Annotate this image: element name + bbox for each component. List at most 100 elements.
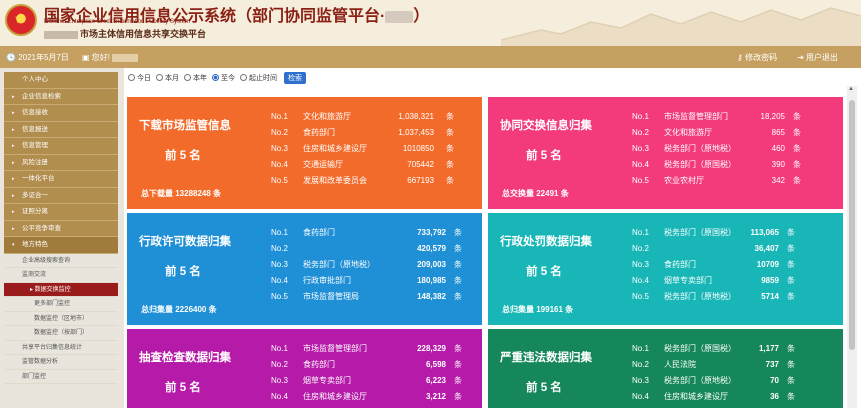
sidebar-item[interactable]: ▸ 一体化平台: [4, 171, 118, 188]
ranking-row[interactable]: No.4 烟草专卖部门 9859 条: [632, 273, 837, 289]
record-unit: 条: [787, 360, 795, 369]
record-count: 420,579: [417, 244, 446, 253]
sidebar-subitem[interactable]: 数据监控（区地市）: [4, 312, 118, 326]
department-name: 人民法院: [664, 360, 696, 369]
panel-top5-label: 前 5 名: [526, 382, 562, 394]
sidebar-subitem[interactable]: 部门监控: [4, 370, 118, 384]
ranking-row[interactable]: No.4 税务部门（原国税） 390 条: [632, 157, 837, 173]
ranking-row[interactable]: No.1 文化和旅游厅 1,038,321 条: [271, 109, 476, 125]
ranking-row[interactable]: No.2 420,579 条: [271, 241, 476, 257]
sidebar-item[interactable]: ▸ 信息接收: [4, 105, 118, 122]
ranking-row[interactable]: No.3 食药部门 10709 条: [632, 257, 837, 273]
ranking-row[interactable]: No.2 人民法院 737 条: [632, 357, 837, 373]
sidebar-item[interactable]: ▸ 企业信息检索: [4, 88, 118, 105]
ranking-row[interactable]: No.2 食药部门 6,598 条: [271, 357, 476, 373]
sidebar-subitem[interactable]: 监测交流: [4, 268, 118, 283]
caret-right-icon: ▸: [12, 126, 15, 133]
department-name: 文化和旅游厅: [664, 128, 712, 137]
sidebar-item[interactable]: 个人中心: [4, 72, 118, 89]
ranking-row[interactable]: No.4 交通运输厅 705442 条: [271, 157, 476, 173]
user-greeting: ▣ 您好!: [82, 52, 139, 63]
stat-panel: 下载市场监管信息前 5 名总下载量 13288248 条 No.1 文化和旅游厅 1,…: [127, 97, 482, 209]
sidebar-subitem[interactable]: 共享平台归集信息统计: [4, 341, 118, 355]
sidebar-item-label: 风险注册: [22, 158, 48, 166]
rank-number: No.1: [632, 228, 649, 237]
ranking-row[interactable]: No.2 食药部门 1,037,453 条: [271, 125, 476, 141]
department-name: 税务部门（原地税）: [664, 144, 736, 153]
app-subtitle: 市场主体信用信息共享交换平台: [44, 27, 206, 40]
time-filter-option[interactable]: 本年: [184, 74, 207, 82]
radio-button[interactable]: [156, 74, 163, 81]
scroll-up-icon[interactable]: ▲: [848, 86, 854, 92]
scrollbar-thumb[interactable]: [849, 100, 855, 350]
logout-button[interactable]: ⇥ 用户退出: [797, 52, 838, 63]
sidebar-item[interactable]: ▸ 风险注册: [4, 154, 118, 171]
department-name: 行政审批部门: [303, 276, 351, 285]
panel-total: 总交换量 22491 条: [502, 189, 569, 198]
radio-button[interactable]: [240, 74, 247, 81]
record-unit: 条: [454, 292, 462, 301]
ranking-row[interactable]: No.3 税务部门（原地税） 70 条: [632, 373, 837, 389]
time-filter-option[interactable]: 起止时间: [240, 74, 277, 82]
ranking-row[interactable]: No.1 市场监督管理部门 228,329 条: [271, 341, 476, 357]
rank-number: No.2: [271, 244, 288, 253]
department-name: 市场监督管理部门: [303, 344, 367, 353]
ranking-row[interactable]: No.2 36,407 条: [632, 241, 837, 257]
ranking-row[interactable]: No.5 税务部门（原地税） 5714 条: [632, 289, 837, 305]
ranking-row[interactable]: No.5 农业农村厅 342 条: [632, 173, 837, 189]
department-name: 食药部门: [303, 228, 335, 237]
record-unit: 条: [454, 376, 462, 385]
rank-number: No.1: [271, 228, 288, 237]
vertical-scrollbar[interactable]: ▲: [847, 86, 857, 408]
sidebar-item[interactable]: ▸ 证照分离: [4, 204, 118, 221]
time-filter-option[interactable]: 至今: [212, 74, 235, 82]
sidebar-subitem[interactable]: 更多部门监控: [4, 297, 118, 312]
ranking-row[interactable]: No.3 税务部门（原地税） 209,003 条: [271, 257, 476, 273]
ranking-list: No.1 税务部门（原国税） 113,065 条 No.2 36,407 条 No.3 食药部门…: [632, 225, 837, 305]
caret-right-icon: ▸: [12, 192, 15, 199]
department-name: 税务部门（原地税）: [664, 292, 736, 301]
record-count: 737: [765, 360, 779, 369]
change-password-button[interactable]: ⚷ 修改密码: [737, 52, 777, 63]
ranking-row[interactable]: No.4 住房和城乡建设厅 36 条: [632, 389, 837, 405]
department-name: 烟草专卖部门: [664, 276, 712, 285]
sidebar-subitem[interactable]: 企业高级搜索查询: [4, 254, 118, 268]
ranking-row[interactable]: No.5 发展和改革委员会 667193 条: [271, 173, 476, 189]
sidebar-subitem[interactable]: 数据监控（按部门）: [4, 326, 118, 341]
ranking-row[interactable]: No.1 市场监督管理部门 18,205 条: [632, 109, 837, 125]
sidebar-item[interactable]: ▸ 信息管理: [4, 138, 118, 155]
ranking-row[interactable]: No.4 行政审批部门 180,985 条: [271, 273, 476, 289]
radio-button[interactable]: [128, 74, 135, 81]
ranking-row[interactable]: No.1 食药部门 733,792 条: [271, 225, 476, 241]
ranking-row[interactable]: No.1 税务部门（原国税） 1,177 条: [632, 341, 837, 357]
sidebar-item[interactable]: ▸ 公平竞争审查: [4, 220, 118, 237]
ranking-row[interactable]: No.5 市场监督管理局 148,382 条: [271, 289, 476, 305]
panel-top5-label: 前 5 名: [165, 266, 201, 278]
record-unit: 条: [793, 176, 801, 185]
sidebar-item[interactable]: ▸ 多证合一: [4, 187, 118, 204]
department-name: 住房和城乡建设厅: [303, 144, 367, 153]
record-unit: 条: [454, 260, 462, 269]
ranking-row[interactable]: No.3 税务部门（原地税） 460 条: [632, 141, 837, 157]
record-unit: 条: [454, 244, 462, 253]
department-name: 交通运输厅: [303, 160, 343, 169]
key-icon: ⚷: [737, 53, 743, 62]
time-filter-option[interactable]: 本月: [156, 74, 179, 82]
sidebar-subitem[interactable]: 监管数据分析: [4, 355, 118, 370]
ranking-list: No.1 市场监督管理部门 228,329 条 No.2 食药部门 6,598 条 No.3 烟草…: [271, 341, 476, 408]
ranking-row[interactable]: No.3 住房和城乡建设厅 1010850 条: [271, 141, 476, 157]
ranking-row[interactable]: No.4 住房和城乡建设厅 3,212 条: [271, 389, 476, 405]
ranking-row[interactable]: No.2 文化和旅游厅 865 条: [632, 125, 837, 141]
sidebar-subitem-active[interactable]: ▸ 数据交换监控: [4, 282, 118, 297]
record-count: 18,205: [760, 112, 785, 121]
clock-icon: 🕓: [6, 53, 16, 62]
sidebar-item[interactable]: ▸ 信息报送: [4, 121, 118, 138]
radio-button[interactable]: [212, 74, 219, 81]
sidebar-item[interactable]: ▾ 地方特色: [4, 237, 118, 254]
search-button[interactable]: 检索: [283, 72, 306, 84]
ranking-row[interactable]: No.1 税务部门（原国税） 113,065 条: [632, 225, 837, 241]
time-filter-option[interactable]: 今日: [128, 74, 151, 82]
record-count: 6,598: [425, 360, 446, 369]
ranking-row[interactable]: No.3 烟草专卖部门 6,223 条: [271, 373, 476, 389]
radio-button[interactable]: [184, 74, 191, 81]
